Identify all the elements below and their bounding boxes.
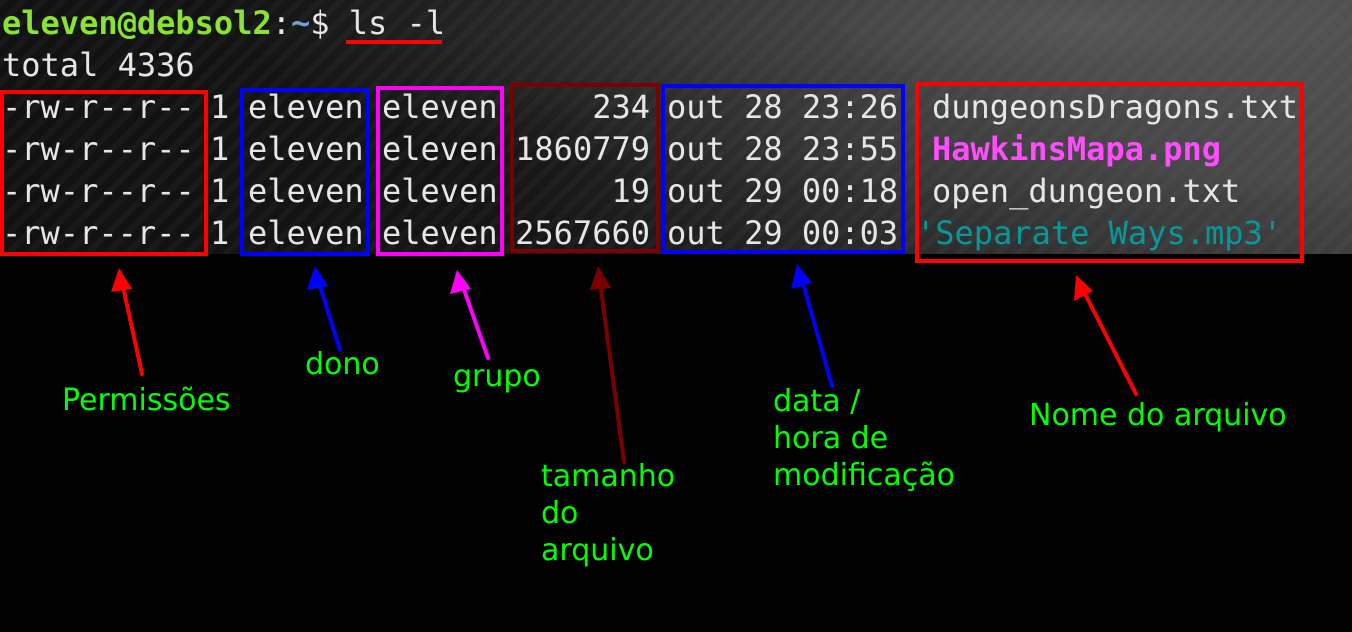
owner-arrow — [316, 278, 342, 352]
size-label: tamanho do arquivo — [541, 459, 676, 568]
size-arrowhead — [590, 266, 611, 290]
owner-arrowhead — [307, 266, 328, 290]
date-label: data / hora de modificação — [773, 384, 955, 493]
date-arrow — [800, 278, 834, 388]
permissions-arrowhead — [111, 268, 132, 292]
size-arrow — [598, 280, 626, 464]
owner-label: dono — [305, 347, 380, 382]
permissions-arrow — [120, 280, 144, 376]
group-arrowhead — [450, 270, 471, 294]
permissions-label: Permissões — [62, 383, 231, 418]
group-arrow — [460, 282, 490, 360]
filename-label: Nome do arquivo — [1029, 398, 1287, 433]
group-label: grupo — [453, 359, 541, 394]
date-arrowhead — [791, 264, 812, 289]
filename-arrowhead — [1074, 275, 1093, 301]
annotated-screenshot: eleven@debsol2:~$ ls -l total 4336 -rw-r… — [0, 0, 1352, 632]
filename-arrow — [1081, 288, 1138, 396]
annotation-arrows — [111, 264, 1138, 464]
